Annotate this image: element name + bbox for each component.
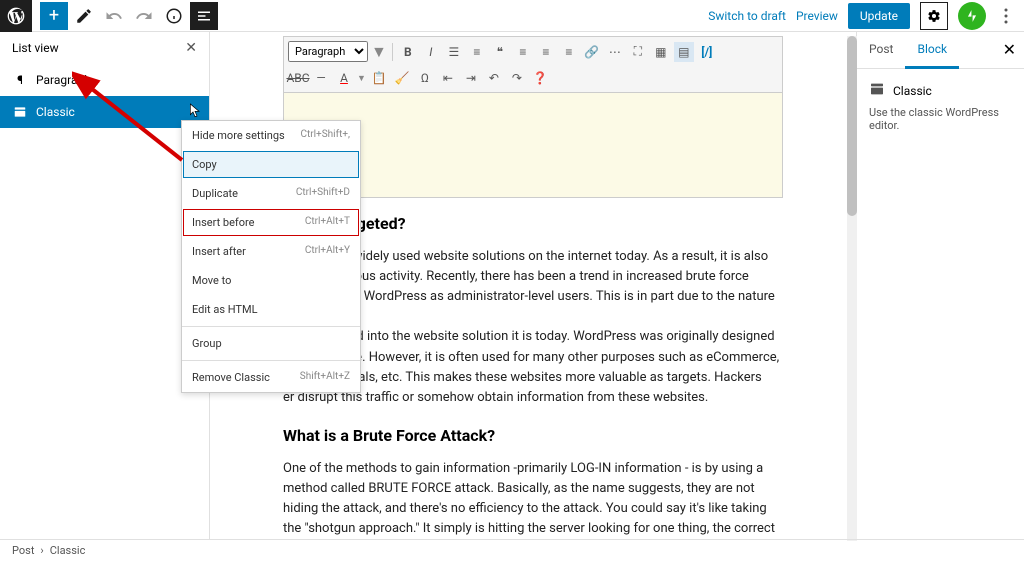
preview-button[interactable]: Preview — [796, 9, 838, 23]
ctx-edit-html[interactable]: Edit as HTML — [182, 295, 360, 324]
ul-button[interactable]: ☰ — [444, 42, 464, 62]
block-type-name: Classic — [893, 84, 932, 98]
wordpress-icon — [6, 6, 26, 26]
canvas-scrollbar[interactable] — [847, 36, 857, 541]
cursor-icon — [187, 102, 203, 118]
link-button[interactable]: 🔗 — [582, 42, 602, 62]
list-item-classic[interactable]: Classic — [0, 96, 209, 128]
list-view-close-button[interactable]: ✕ — [185, 40, 197, 56]
top-bar: + Switch to draft Preview Update — [0, 0, 1024, 32]
edit-tool-button[interactable] — [70, 2, 98, 30]
block-type-icon — [869, 81, 885, 100]
align-center-button[interactable]: ≡ — [536, 42, 556, 62]
undo-button[interactable] — [100, 2, 128, 30]
ctx-copy[interactable]: Copy — [183, 151, 359, 178]
specialchar-button[interactable]: Ω — [415, 68, 435, 88]
ctx-insert-before[interactable]: Insert beforeCtrl+Alt+T — [183, 209, 359, 236]
kitchensink-button[interactable]: ▤ — [674, 42, 694, 62]
more-options-button[interactable] — [996, 2, 1016, 30]
classic-toolbar: Paragraph ▼ B I ☰ ≡ ❝ ≡ ≡ ≡ 🔗 ⋯ ⛶ ▦ ▤ — [283, 36, 783, 93]
paste-button[interactable]: 📋 — [369, 68, 389, 88]
tab-post[interactable]: Post — [857, 32, 905, 68]
ctx-remove[interactable]: Remove ClassicShift+Alt+Z — [182, 363, 360, 392]
shortcode-button[interactable]: [/] — [697, 42, 717, 62]
block-type-description: Use the classic WordPress editor. — [869, 106, 1012, 132]
settings-sidebar: Post Block ✕ Classic Use the classic Wor… — [856, 32, 1024, 539]
info-button[interactable] — [160, 2, 188, 30]
strikethrough-button[interactable]: ABC — [288, 68, 308, 88]
redo-tb-button[interactable]: ↷ — [507, 68, 527, 88]
gear-icon — [927, 9, 941, 23]
hr-button[interactable]: — — [311, 68, 331, 88]
block-context-menu: Hide more settingsCtrl+Shift+, Copy Dupl… — [181, 120, 361, 393]
indent-button[interactable]: ⇥ — [461, 68, 481, 88]
format-select[interactable]: Paragraph — [288, 41, 368, 62]
switch-to-draft-button[interactable]: Switch to draft — [708, 9, 786, 23]
kebab-icon — [1004, 8, 1008, 24]
paragraph-2: One of the methods to gain information -… — [283, 459, 783, 539]
more-button[interactable]: ⋯ — [605, 42, 625, 62]
clear-button[interactable]: 🧹 — [392, 68, 412, 88]
breadcrumb-item[interactable]: Post — [12, 544, 34, 557]
bold-button[interactable]: B — [398, 42, 418, 62]
align-left-button[interactable]: ≡ — [513, 42, 533, 62]
listview-toggle-button[interactable] — [190, 2, 218, 30]
ctx-duplicate[interactable]: DuplicateCtrl+Shift+D — [182, 179, 360, 208]
ol-button[interactable]: ≡ — [467, 42, 487, 62]
jetpack-button[interactable] — [958, 2, 986, 30]
breadcrumb: Post › Classic — [0, 539, 1024, 561]
wp-logo[interactable] — [0, 0, 32, 32]
update-button[interactable]: Update — [848, 3, 910, 29]
add-block-button[interactable]: + — [40, 2, 68, 30]
sidebar-close-button[interactable]: ✕ — [995, 32, 1024, 68]
help-button[interactable]: ❓ — [530, 68, 550, 88]
table-button[interactable]: ▦ — [651, 42, 671, 62]
quote-button[interactable]: ❝ — [490, 42, 510, 62]
list-item-paragraph[interactable]: ¶ Paragraph — [0, 64, 209, 96]
list-view-title: List view — [12, 41, 59, 55]
heading-2: What is a Brute Force Attack? — [283, 424, 783, 449]
list-item-label: Paragraph — [36, 73, 91, 87]
align-right-button[interactable]: ≡ — [559, 42, 579, 62]
settings-toggle-button[interactable] — [920, 2, 948, 30]
italic-button[interactable]: I — [421, 42, 441, 62]
outdent-button[interactable]: ⇤ — [438, 68, 458, 88]
ctx-hide-settings[interactable]: Hide more settingsCtrl+Shift+, — [182, 121, 360, 150]
classic-icon — [12, 104, 28, 120]
textcolor-button[interactable]: A — [334, 68, 354, 88]
jetpack-icon — [965, 9, 979, 23]
paragraph-icon: ¶ — [12, 72, 28, 88]
breadcrumb-item[interactable]: Classic — [50, 544, 86, 557]
ctx-group[interactable]: Group — [182, 329, 360, 358]
redo-button[interactable] — [130, 2, 158, 30]
list-view-panel: List view ✕ ¶ Paragraph Classic — [0, 32, 210, 539]
list-item-label: Classic — [36, 105, 75, 119]
tab-block[interactable]: Block — [905, 32, 959, 69]
fullscreen-button[interactable]: ⛶ — [628, 42, 648, 62]
ctx-insert-after[interactable]: Insert afterCtrl+Alt+Y — [182, 237, 360, 266]
ctx-move-to[interactable]: Move to — [182, 266, 360, 295]
undo-tb-button[interactable]: ↶ — [484, 68, 504, 88]
